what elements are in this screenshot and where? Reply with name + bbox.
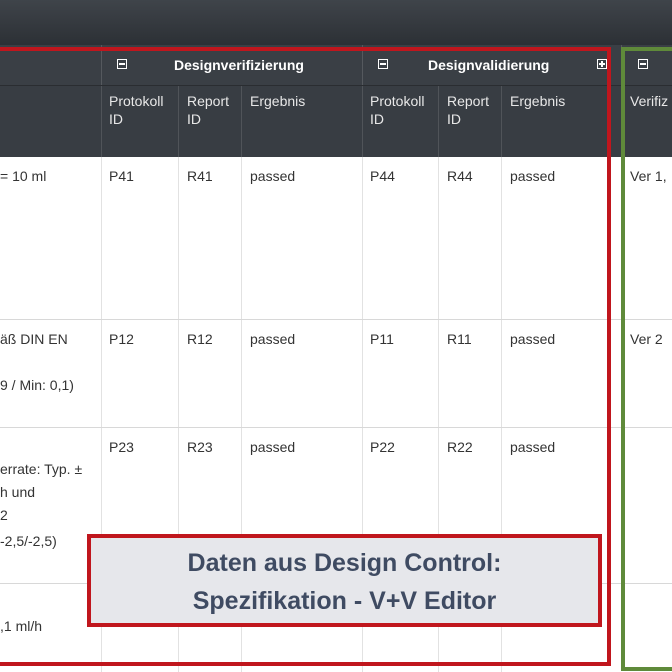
caption-line: Daten aus Design Control: <box>187 549 502 577</box>
caption-line: Spezifikation - V+V Editor <box>192 587 497 615</box>
window-top-bar <box>0 0 672 45</box>
caption-overlay: Daten aus Design Control: Spezifikation … <box>87 534 602 627</box>
highlight-frame-green <box>621 47 672 671</box>
